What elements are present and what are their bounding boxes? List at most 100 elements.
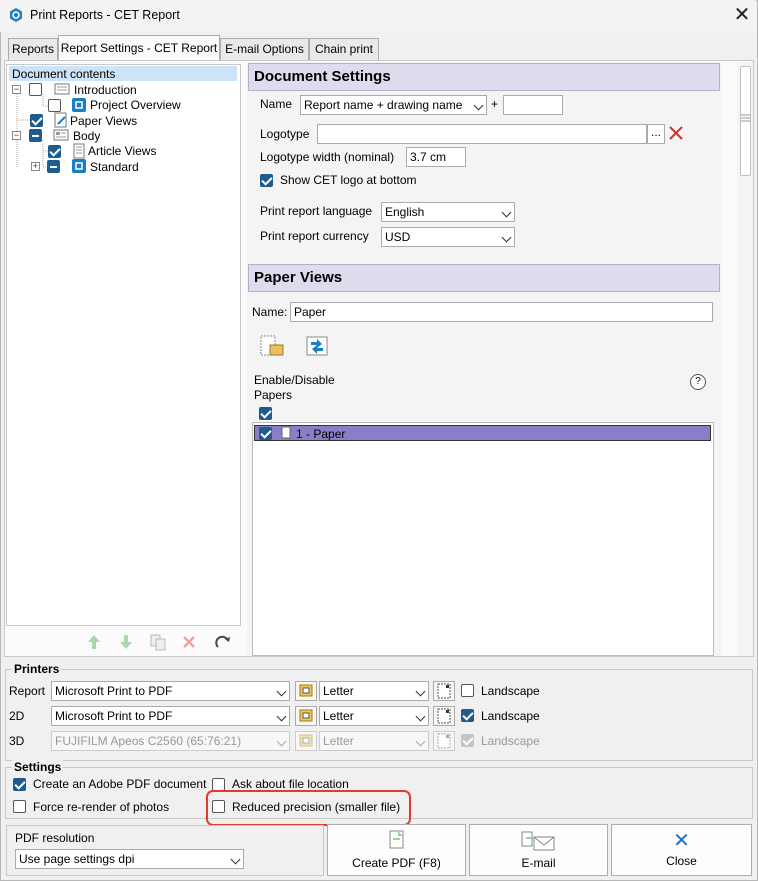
- enable-all-papers-checkbox[interactable]: [259, 407, 272, 420]
- name-suffix-input[interactable]: [503, 95, 563, 115]
- 3d-printer-dropdown[interactable]: FUJIFILM Apeos C2560 (65:76:21): [51, 731, 290, 751]
- document-settings-header: Document Settings: [248, 63, 720, 91]
- report-language-dropdown[interactable]: English: [381, 202, 515, 222]
- 3d-printer-value: FUJIFILM Apeos C2560 (65:76:21): [55, 734, 242, 748]
- help-icon[interactable]: ?: [690, 374, 706, 390]
- 2d-printer-dropdown[interactable]: Microsoft Print to PDF: [51, 706, 290, 726]
- show-cet-logo-checkbox[interactable]: [260, 174, 273, 187]
- project-overview-checkbox[interactable]: [48, 99, 61, 112]
- create-pdf-button[interactable]: Create PDF (F8): [327, 824, 466, 876]
- delete-icon[interactable]: [181, 634, 197, 650]
- tab-chain-print[interactable]: Chain print: [309, 38, 379, 60]
- force-rerender-checkbox[interactable]: [13, 800, 26, 813]
- tree-item-project-overview[interactable]: Project Overview: [90, 97, 181, 113]
- report-landscape-checkbox[interactable]: [461, 684, 474, 697]
- 3d-printer-properties-button[interactable]: [295, 731, 317, 751]
- 3d-landscape-checkbox[interactable]: [461, 734, 474, 747]
- introduction-checkbox[interactable]: [29, 83, 42, 96]
- settings-title: Settings: [12, 760, 64, 774]
- report-page-setup-button[interactable]: [433, 681, 455, 701]
- tree-item-article-views[interactable]: Article Views: [88, 143, 156, 159]
- papers-list: [252, 422, 714, 656]
- 2d-paper-dropdown[interactable]: Letter: [319, 706, 429, 726]
- 2d-printer-properties-button[interactable]: [295, 706, 317, 726]
- tree-item-body[interactable]: Body: [73, 128, 100, 144]
- email-button[interactable]: E-mail: [469, 824, 608, 876]
- paper-1-checkbox[interactable]: [259, 427, 272, 440]
- clear-logotype-icon[interactable]: [668, 125, 684, 141]
- body-section-icon: [53, 129, 69, 141]
- cet-standard-icon: [72, 159, 86, 173]
- pdf-resolution-value: Use page settings dpi: [19, 852, 135, 866]
- email-icon: [521, 831, 555, 851]
- window-title: Print Reports - CET Report: [30, 8, 180, 22]
- body-checkbox[interactable]: [29, 129, 42, 142]
- article-views-checkbox[interactable]: [48, 145, 61, 158]
- report-currency-label: Print report currency: [260, 229, 369, 243]
- create-pdf-label-text: Create PDF (F8): [352, 856, 441, 870]
- printer-folder-icon: [299, 709, 313, 722]
- create-pdf-icon: [389, 830, 404, 849]
- close-button[interactable]: ✕ Close: [611, 824, 752, 876]
- paper-name-input[interactable]: Paper: [290, 302, 713, 322]
- introduction-collapse-icon[interactable]: −: [12, 85, 21, 94]
- name-dropdown[interactable]: Report name + drawing name: [300, 95, 487, 115]
- undo-icon[interactable]: [213, 632, 233, 652]
- report-paper-value: Letter: [323, 684, 354, 698]
- report-currency-value: USD: [385, 230, 411, 244]
- article-view-icon: [73, 143, 85, 159]
- report-landscape-label: Landscape: [481, 684, 540, 698]
- 2d-paper-value: Letter: [323, 709, 354, 723]
- reduced-precision-highlight: [206, 790, 411, 826]
- tree-item-introduction[interactable]: Introduction: [74, 82, 137, 98]
- 3d-page-setup-button[interactable]: [433, 731, 455, 751]
- printer-folder-icon: [299, 684, 313, 697]
- printer-folder-icon: [299, 734, 313, 747]
- report-language-value: English: [385, 205, 425, 219]
- name-plus-label: +: [491, 97, 499, 111]
- body-collapse-icon[interactable]: −: [12, 131, 21, 140]
- cet-app-icon: [10, 8, 22, 22]
- 3d-paper-value: Letter: [323, 734, 354, 748]
- tree-item-standard[interactable]: Standard: [90, 159, 139, 175]
- tab-email-options[interactable]: E-mail Options: [220, 38, 309, 60]
- printer-row-label-3d: 3D: [9, 734, 25, 748]
- report-paper-dropdown[interactable]: Letter: [319, 681, 429, 701]
- tree-header[interactable]: Document contents: [12, 66, 115, 82]
- tab-reports[interactable]: Reports: [8, 38, 58, 60]
- logotype-width-input[interactable]: 3.7 cm: [406, 147, 466, 167]
- close-label-text: Close: [666, 854, 697, 868]
- name-dropdown-value: Report name + drawing name: [304, 98, 463, 112]
- standard-checkbox[interactable]: [47, 160, 60, 173]
- standard-expand-icon[interactable]: +: [31, 162, 40, 171]
- 3d-paper-dropdown[interactable]: Letter: [319, 731, 429, 751]
- move-down-icon[interactable]: [118, 633, 134, 651]
- copy-icon[interactable]: [149, 633, 167, 651]
- browse-logotype-button[interactable]: ...: [647, 124, 665, 144]
- email-label-text: E-mail: [521, 856, 556, 870]
- printer-row-label-2d: 2D: [9, 709, 25, 723]
- report-printer-properties-button[interactable]: [295, 681, 317, 701]
- new-paper-icon[interactable]: [258, 333, 286, 359]
- logotype-input[interactable]: [317, 124, 647, 144]
- close-window-icon[interactable]: ✕: [728, 2, 756, 30]
- refresh-paper-icon[interactable]: [303, 333, 331, 359]
- paper-1-label: 1 - Paper: [296, 427, 346, 441]
- 2d-page-setup-button[interactable]: [433, 706, 455, 726]
- page-setup-icon: [437, 733, 451, 749]
- document-section-icon: [54, 83, 70, 95]
- pdf-resolution-dropdown[interactable]: Use page settings dpi: [15, 849, 244, 869]
- report-language-label: Print report language: [260, 204, 373, 218]
- page-setup-icon: [437, 683, 451, 699]
- enable-disable-label-2: Papers: [254, 388, 293, 402]
- create-pdf-checkbox[interactable]: [13, 778, 26, 791]
- report-currency-dropdown[interactable]: USD: [381, 227, 515, 247]
- tree-item-paper-views[interactable]: Paper Views: [70, 113, 137, 129]
- 2d-landscape-checkbox[interactable]: [461, 709, 474, 722]
- paper-views-checkbox[interactable]: [30, 114, 43, 127]
- 3d-landscape-label: Landscape: [481, 734, 540, 748]
- logotype-label: Logotype: [260, 127, 310, 141]
- report-printer-dropdown[interactable]: Microsoft Print to PDF: [51, 681, 290, 701]
- tab-report-settings[interactable]: Report Settings - CET Report: [58, 35, 220, 61]
- move-up-icon[interactable]: [86, 633, 102, 651]
